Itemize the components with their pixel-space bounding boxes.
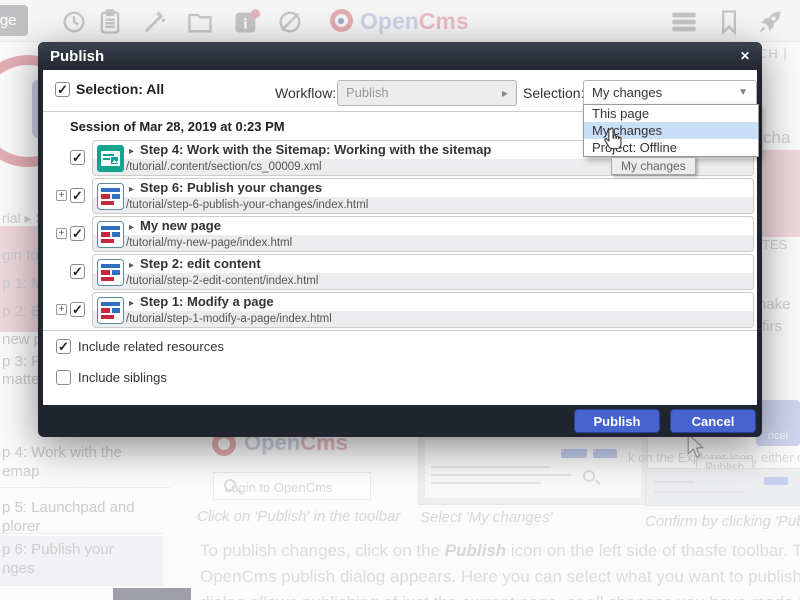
resource-path: /tutorial/step-1-modify-a-page/index.htm… — [93, 311, 753, 327]
resource-row: /tutorial/step-2-edit-content/index.html… — [43, 254, 757, 290]
resource-title: Step 4: Work with the Sitemap: Working w… — [140, 142, 491, 157]
resource-item[interactable]: /tutorial/step-1-modify-a-page/index.htm… — [92, 292, 754, 328]
cancel-button[interactable]: Cancel — [670, 409, 756, 433]
chevron-down-icon: ▼ — [738, 81, 748, 105]
include-related-label: Include related resources — [78, 339, 224, 354]
dialog-header[interactable]: Publish ✕ — [38, 42, 762, 70]
expand-icon[interactable] — [56, 304, 67, 315]
resource-path: /tutorial/step-2-edit-content/index.html — [93, 273, 753, 289]
resource-type-icon — [97, 259, 124, 286]
selection-select[interactable]: My changes ▼ — [583, 80, 757, 106]
resource-row: /tutorial/step-6-publish-your-changes/in… — [43, 178, 757, 214]
resource-checkbox[interactable] — [70, 188, 85, 203]
resource-type-icon — [97, 145, 124, 172]
hand-cursor — [602, 126, 626, 154]
resource-type-icon — [97, 183, 124, 210]
selection-label: Selection: — [523, 85, 584, 101]
workflow-select[interactable]: Publish ▸ — [337, 80, 517, 106]
expand-icon[interactable] — [56, 190, 67, 201]
resource-title: Step 1: Modify a page — [140, 294, 274, 309]
resource-item[interactable]: /tutorial/my-new-page/index.html My new … — [92, 216, 754, 252]
resource-row: /tutorial/my-new-page/index.html My new … — [43, 216, 757, 252]
include-siblings-control[interactable]: Include siblings — [56, 370, 167, 385]
workflow-value: Publish — [346, 85, 389, 100]
selection-all-control[interactable]: Selection: All — [55, 81, 164, 97]
resource-item[interactable]: /tutorial/step-2-edit-content/index.html… — [92, 254, 754, 290]
disclosure-icon[interactable] — [129, 180, 140, 195]
resource-type-icon — [97, 297, 124, 324]
resource-checkbox[interactable] — [70, 264, 85, 279]
selection-all-label: Selection: All — [76, 81, 164, 97]
resource-row: /tutorial/step-1-modify-a-page/index.htm… — [43, 292, 757, 328]
dialog-footer: Publish Cancel — [38, 405, 762, 437]
dropdown-tooltip: My changes — [611, 157, 696, 175]
close-icon[interactable]: ✕ — [740, 49, 762, 63]
include-related-checkbox[interactable] — [56, 339, 71, 354]
resource-checkbox[interactable] — [70, 150, 85, 165]
resource-item[interactable]: /tutorial/step-6-publish-your-changes/in… — [92, 178, 754, 214]
expand-icon[interactable] — [56, 228, 67, 239]
resource-type-icon — [97, 221, 124, 248]
resource-checkbox[interactable] — [70, 226, 85, 241]
disclosure-icon[interactable] — [129, 256, 140, 271]
disclosure-icon[interactable] — [129, 294, 140, 309]
resource-title: My new page — [140, 218, 221, 233]
resource-checkbox[interactable] — [70, 302, 85, 317]
screen: Page i OpenCms CH | — [0, 0, 800, 600]
include-siblings-label: Include siblings — [78, 370, 167, 385]
include-related-control[interactable]: Include related resources — [56, 339, 224, 354]
resource-title: Step 6: Publish your changes — [140, 180, 322, 195]
selection-all-checkbox[interactable] — [55, 82, 70, 97]
dialog-title: Publish — [38, 48, 104, 65]
include-siblings-checkbox[interactable] — [56, 370, 71, 385]
resource-path: /tutorial/my-new-page/index.html — [93, 235, 753, 251]
disclosure-icon[interactable] — [129, 142, 140, 157]
publish-button[interactable]: Publish — [574, 409, 660, 433]
publish-dialog: Publish ✕ Selection: All Workflow: Publi… — [38, 42, 762, 437]
resource-title: Step 2: edit content — [140, 256, 261, 271]
workflow-label: Workflow: — [275, 85, 336, 101]
workflow-arrow-icon: ▸ — [502, 81, 508, 105]
resource-path: /tutorial/step-6-publish-your-changes/in… — [93, 197, 753, 213]
disclosure-icon[interactable] — [129, 218, 140, 233]
session-title: Session of Mar 28, 2019 at 0:23 PM — [70, 119, 285, 134]
selection-value: My changes — [592, 85, 662, 100]
dropdown-option[interactable]: This page — [584, 105, 758, 122]
